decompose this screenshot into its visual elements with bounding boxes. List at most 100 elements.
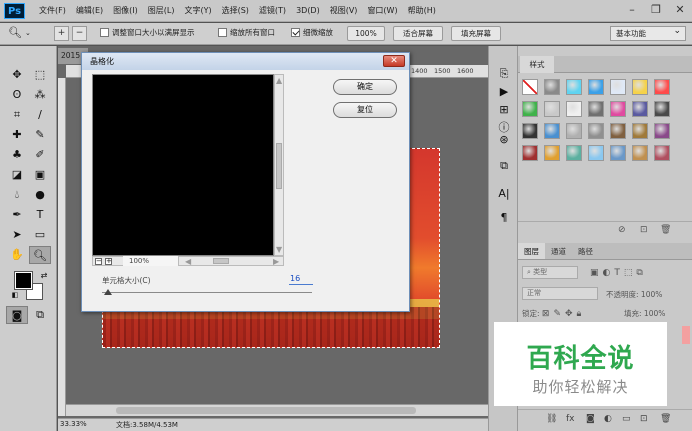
fill-screen-button[interactable]: 填充屏幕	[451, 26, 501, 41]
lasso-tool-icon[interactable]: ʘ	[6, 86, 28, 104]
style-swatch[interactable]	[522, 123, 538, 139]
new-layer-icon[interactable]: ⊡	[640, 414, 648, 424]
scroll-right-icon[interactable]: ▶	[273, 257, 279, 266]
hand-tool-icon[interactable]: ✋	[6, 246, 28, 264]
dialog-close-icon[interactable]: ✕	[383, 55, 405, 67]
opacity-row[interactable]: 不透明度: 100%	[606, 289, 662, 300]
clone-source-icon[interactable]: ⊛	[495, 132, 513, 148]
resize-window-option[interactable]: 调整窗口大小以满屏显示	[100, 27, 195, 38]
delete-style-icon[interactable]: 🗑︎	[660, 225, 671, 235]
menu-item[interactable]: 文字(Y)	[179, 0, 216, 22]
lock-icons[interactable]: ⊠✎✥🔒︎	[542, 309, 585, 319]
style-swatch[interactable]	[566, 79, 582, 95]
style-swatch[interactable]	[522, 79, 538, 95]
menu-item[interactable]: 文件(F)	[34, 0, 71, 22]
gradient-tool-icon[interactable]: ▣	[29, 166, 51, 184]
style-swatch[interactable]	[588, 145, 604, 161]
layer-effects-icon[interactable]: fx	[566, 414, 575, 424]
blend-mode-select[interactable]: 正常	[522, 287, 598, 300]
ok-button[interactable]: 确定	[333, 79, 397, 95]
layer-filter-icons[interactable]: ▣◐T⬚⧉	[590, 268, 647, 278]
style-swatch[interactable]	[610, 145, 626, 161]
zoom-100-button[interactable]: 100%	[347, 26, 385, 41]
screen-mode-icon[interactable]: ⧉	[29, 306, 51, 324]
zoom-tool-selected-icon[interactable]: 🔍︎	[29, 246, 51, 264]
zoom-tool-icon[interactable]: 🔍︎ ⌄	[8, 26, 31, 39]
horizontal-scroll-thumb[interactable]	[116, 407, 416, 414]
style-swatch[interactable]	[588, 123, 604, 139]
style-swatch[interactable]	[610, 101, 626, 117]
character-panel-icon[interactable]: A|	[495, 186, 513, 202]
properties-panel-icon[interactable]: ⧉	[495, 158, 513, 174]
new-group-icon[interactable]: ▭	[622, 414, 631, 424]
swap-colors-icon[interactable]: ⇄	[33, 267, 55, 285]
marquee-tool-icon[interactable]: ⬚	[29, 66, 51, 84]
crop-tool-icon[interactable]: ⌗	[6, 106, 28, 124]
actions-play-icon[interactable]: ▶	[495, 84, 513, 100]
style-swatch[interactable]	[632, 79, 648, 95]
style-swatch[interactable]	[544, 145, 560, 161]
cell-size-slider[interactable]	[102, 292, 312, 293]
zoom-out-icon[interactable]: −	[72, 26, 87, 41]
style-swatch[interactable]	[588, 79, 604, 95]
scroll-up-icon[interactable]: ▲	[276, 76, 282, 85]
style-swatch[interactable]	[632, 145, 648, 161]
type-tool-icon[interactable]: T	[29, 206, 51, 224]
fit-screen-button[interactable]: 适合屏幕	[393, 26, 443, 41]
scroll-down-icon[interactable]: ▼	[276, 245, 282, 254]
workspace-select[interactable]: 基本功能	[610, 25, 686, 41]
fill-row[interactable]: 填充: 100%	[624, 308, 665, 319]
fill-value[interactable]: 100%	[644, 309, 665, 318]
clear-style-icon[interactable]: ⊘	[618, 225, 626, 235]
panel-scroll-indicator[interactable]	[682, 326, 690, 344]
style-swatch[interactable]	[610, 123, 626, 139]
add-mask-icon[interactable]: ◙	[586, 414, 595, 424]
brush-tool-icon[interactable]: ✎	[29, 126, 51, 144]
menu-item[interactable]: 选择(S)	[217, 0, 254, 22]
menu-item[interactable]: 滤镜(T)	[254, 0, 291, 22]
delete-layer-icon[interactable]: 🗑︎	[660, 414, 671, 424]
tab-styles[interactable]: 样式	[520, 56, 554, 73]
cell-size-slider-thumb[interactable]	[104, 289, 113, 295]
dialog-titlebar[interactable]: 晶格化 ✕	[82, 53, 409, 70]
style-swatch[interactable]	[522, 101, 538, 117]
preview-horizontal-thumb[interactable]	[213, 258, 229, 264]
menu-item[interactable]: 窗口(W)	[362, 0, 402, 22]
eyedropper-icon[interactable]: ∕	[29, 106, 51, 124]
zoom-level-readout[interactable]: 33.33%	[60, 420, 87, 428]
resize-window-checkbox[interactable]	[100, 28, 109, 37]
style-swatch[interactable]	[654, 123, 670, 139]
link-layers-icon[interactable]: ⛓	[546, 414, 557, 424]
style-swatch[interactable]	[566, 145, 582, 161]
preview-zoom-in-icon[interactable]: +	[105, 258, 112, 265]
layer-kind-filter[interactable]: ⌕ 类型	[522, 266, 578, 279]
style-swatch[interactable]	[632, 123, 648, 139]
minimize-button[interactable]: –	[620, 0, 644, 22]
tab-paths[interactable]: 路径	[572, 243, 599, 259]
style-swatch[interactable]	[544, 101, 560, 117]
pen-tool-icon[interactable]: ✒	[6, 206, 28, 224]
filter-preview[interactable]	[92, 74, 274, 256]
magic-wand-icon[interactable]: ⁂	[29, 86, 51, 104]
preview-vertical-scrollbar[interactable]: ▲ ▼	[274, 74, 284, 256]
scrubby-zoom-option[interactable]: 细微缩放	[291, 27, 333, 38]
new-style-icon[interactable]: ⊡	[640, 225, 648, 235]
history-panel-icon[interactable]: ⎘	[495, 66, 513, 82]
close-window-button[interactable]: ✕	[668, 0, 692, 22]
horizontal-scrollbar[interactable]	[66, 404, 488, 416]
adjustment-layer-icon[interactable]: ◐	[604, 414, 612, 424]
zoom-all-option[interactable]: 缩放所有窗口	[218, 27, 275, 38]
style-swatch[interactable]	[588, 101, 604, 117]
menu-item[interactable]: 图像(I)	[108, 0, 143, 22]
move-tool-icon[interactable]: ✥	[6, 66, 28, 84]
quick-mask-icon[interactable]: ◙	[6, 306, 28, 324]
style-swatch[interactable]	[544, 123, 560, 139]
menu-item[interactable]: 视图(V)	[325, 0, 363, 22]
menu-item[interactable]: 图层(L)	[143, 0, 180, 22]
opacity-value[interactable]: 100%	[641, 290, 662, 299]
style-swatch[interactable]	[610, 79, 626, 95]
style-swatch[interactable]	[522, 145, 538, 161]
style-swatch[interactable]	[654, 145, 670, 161]
style-swatch[interactable]	[566, 101, 582, 117]
tab-channels[interactable]: 通道	[545, 243, 572, 259]
